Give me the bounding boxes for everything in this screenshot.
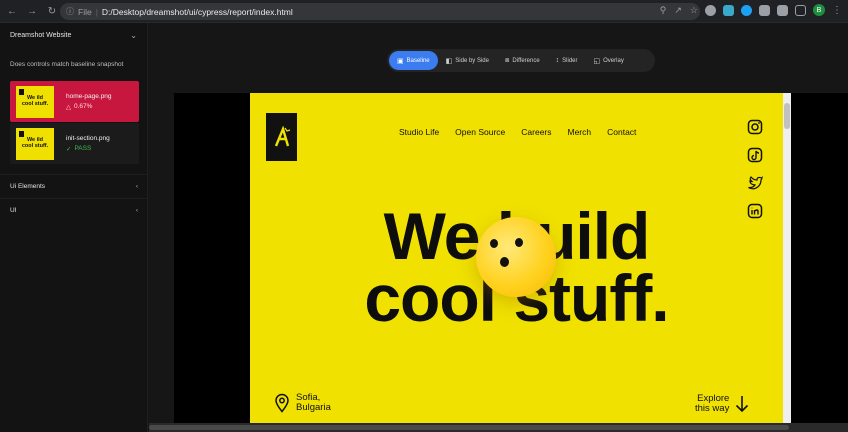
nav-merch[interactable]: Merch [568, 127, 592, 137]
eye-left [490, 239, 498, 248]
snapshot-name: home-page.png [66, 92, 112, 100]
chevron-left-icon[interactable]: ‹ [136, 207, 138, 214]
extension-sync-icon[interactable] [723, 4, 734, 16]
reload-icon[interactable]: ↻ [44, 3, 60, 19]
slider-icon: ↕ [555, 57, 560, 64]
group-label: Ui Elements [10, 183, 46, 190]
mode-difference[interactable]: ⧈ Difference [497, 51, 548, 70]
website-snapshot: Studio Life Open Source Careers Merch Co… [250, 93, 783, 426]
mode-slider[interactable]: ↕ Slider [548, 51, 586, 70]
split-icon: ◧ [445, 57, 453, 65]
mode-label: Slider [562, 57, 578, 64]
back-icon[interactable]: ← [4, 3, 20, 19]
check-icon: ✓ [66, 145, 72, 153]
difference-icon: ⧈ [504, 56, 510, 64]
location-pin-icon [275, 393, 289, 413]
snapshot-thumbnail: We ild cool stuff. [16, 85, 54, 118]
thumbnail-text-line2: cool stuff. [21, 100, 49, 107]
share-icon[interactable]: ↗ [674, 5, 682, 16]
location-country: Bulgaria [296, 402, 331, 413]
overlay-icon: ◱ [593, 57, 601, 65]
extension-gear-icon[interactable] [705, 4, 716, 16]
url-text: D:/Desktop/dreamshot/ui/cypress/report/i… [101, 6, 293, 17]
forward-icon[interactable]: → [24, 3, 40, 19]
snapshot-pass-status: PASS [74, 145, 92, 152]
browser-toolbar: ← → ↻ ⓘ File | D:/Desktop/dreamshot/ui/c… [0, 0, 848, 23]
snapshot-diff-percent: 0.67% [74, 103, 93, 110]
nav-contact[interactable]: Contact [607, 127, 636, 137]
thumbnail-logo [19, 88, 24, 95]
view-mode-switcher: ▣ Baseline ◧ Side by Side ⧈ Difference ↕… [387, 49, 655, 72]
address-bar[interactable]: ⓘ File | D:/Desktop/dreamshot/ui/cypress… [60, 3, 700, 20]
arrow-down-icon [736, 396, 749, 413]
menu-kebab-icon[interactable]: ⋮ [832, 5, 842, 16]
image-icon: ▣ [397, 57, 404, 65]
bookmark-star-icon[interactable]: ☆ [690, 5, 698, 16]
scrollbar-thumb[interactable] [784, 103, 790, 129]
nav-open-source[interactable]: Open Source [455, 127, 505, 137]
snapshot-item-init-section[interactable]: We ild cool stuff. init-section.png ✓ PA… [10, 123, 139, 164]
url-separator: | [95, 6, 98, 17]
snapshot-preview: Studio Life Open Source Careers Merch Co… [174, 93, 848, 426]
preview-scrollbar[interactable] [783, 93, 791, 426]
nav-studio-life[interactable]: Studio Life [399, 127, 439, 137]
side-panel-icon[interactable] [795, 4, 806, 16]
mode-side-by-side[interactable]: ◧ Side by Side [438, 51, 497, 70]
mouth [500, 257, 509, 267]
instagram-icon[interactable] [747, 119, 763, 135]
horizontal-scrollbar[interactable] [149, 423, 848, 432]
test-description: Does controls match baseline snapshot [10, 61, 124, 68]
site-nav: Studio Life Open Source Careers Merch Co… [399, 127, 636, 137]
tiktok-icon[interactable] [747, 147, 763, 163]
suite-header[interactable]: Dreamshot Website ⌄ [0, 23, 147, 47]
mode-label: Difference [512, 57, 540, 64]
horizontal-scrollbar-thumb[interactable] [149, 425, 789, 430]
eye-right [515, 238, 523, 247]
mode-baseline[interactable]: ▣ Baseline [389, 51, 438, 70]
mode-overlay[interactable]: ◱ Overlay [586, 51, 632, 70]
social-links [747, 119, 763, 219]
file-label: File [78, 6, 92, 17]
twitter-icon[interactable] [747, 175, 763, 191]
group-label: UI [10, 207, 17, 214]
location-block: Sofia, Bulgaria [274, 393, 331, 413]
profile-avatar[interactable]: B [813, 4, 825, 16]
nav-careers[interactable]: Careers [521, 127, 551, 137]
mode-label: Overlay [603, 57, 624, 64]
info-icon[interactable]: ⓘ [66, 6, 74, 17]
extension-g-icon[interactable] [741, 4, 752, 16]
chevron-down-icon[interactable]: ⌄ [130, 31, 137, 40]
suite-title: Dreamshot Website [10, 31, 72, 39]
snapshot-item-home-page[interactable]: We ild cool stuff. home-page.png △ 0.67% [10, 81, 139, 122]
mode-label: Side by Side [455, 57, 489, 64]
mode-label: Baseline [406, 57, 430, 64]
explore-line2: this way [695, 403, 730, 414]
extension-puzzle-icon[interactable] [777, 4, 788, 16]
site-logo [266, 113, 297, 161]
zoom-icon[interactable]: ⚲ [660, 5, 667, 16]
explore-link[interactable]: Explore this way [695, 394, 749, 414]
thumbnail-text-line2: cool stuff. [21, 142, 49, 149]
snapshot-thumbnail: We ild cool stuff. [16, 127, 54, 160]
snapshot-name: init-section.png [66, 134, 110, 142]
main-panel: ▣ Baseline ◧ Side by Side ⧈ Difference ↕… [149, 23, 848, 432]
warning-triangle-icon: △ [66, 103, 71, 111]
group-ui[interactable]: UI ‹ [0, 198, 148, 222]
sidebar: Dreamshot Website ⌄ Does controls match … [0, 23, 148, 432]
smiley-ball-graphic [476, 217, 556, 297]
extension-p-icon[interactable] [759, 4, 770, 16]
logo-mark-icon [274, 126, 290, 147]
thumbnail-logo [19, 130, 24, 137]
chevron-left-icon[interactable]: ‹ [136, 183, 138, 190]
group-ui-elements[interactable]: Ui Elements ‹ [0, 174, 148, 198]
